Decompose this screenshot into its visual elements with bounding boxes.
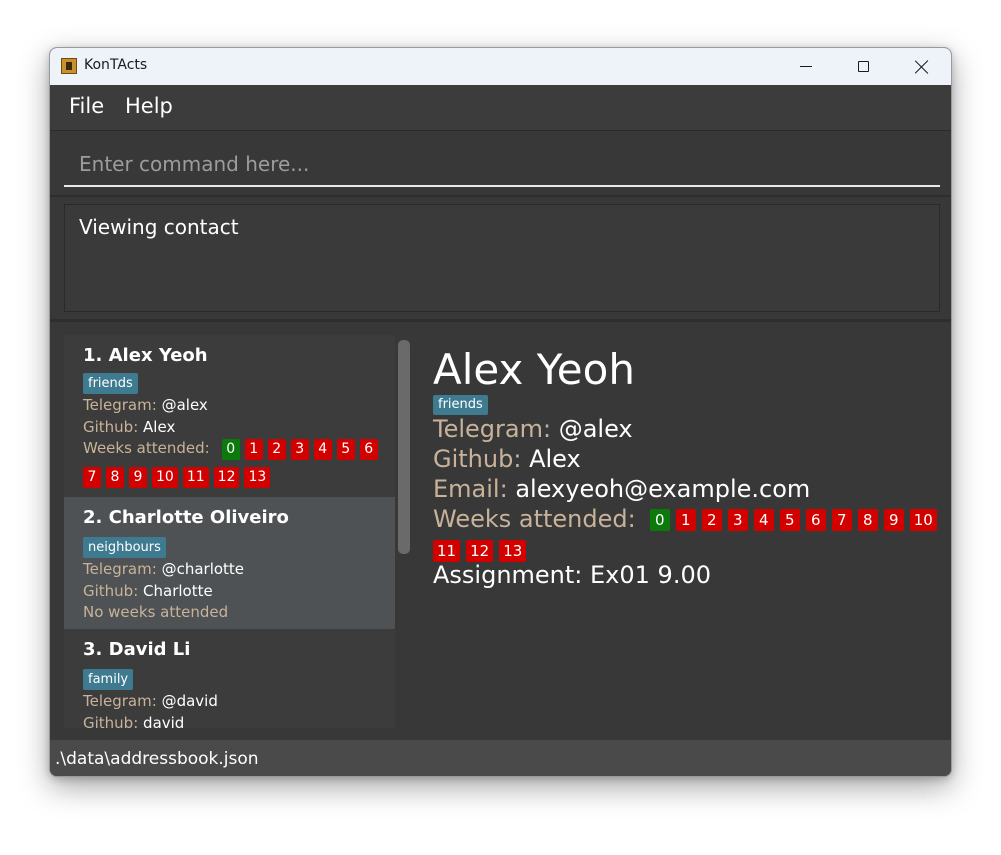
contact-name: 2. Charlotte Oliveiro bbox=[83, 507, 289, 528]
week-badge-missed: 5 bbox=[779, 509, 800, 531]
detail-email: Email: alexyeoh@example.com bbox=[433, 475, 810, 503]
no-weeks-text: No weeks attended bbox=[83, 603, 229, 621]
detail-weeks-row-1: Weeks attended: 0 1 2 3 4 5 6 7 8 9 10 bbox=[433, 505, 943, 533]
week-badge-missed: 7 bbox=[831, 509, 852, 531]
status-bar: .\data\addressbook.json bbox=[50, 740, 951, 776]
week-badge-missed: 12 bbox=[466, 540, 494, 562]
github-value: Charlotte bbox=[143, 582, 213, 600]
week-badge-missed: 12 bbox=[213, 467, 240, 488]
detail-name: Alex Yeoh bbox=[433, 345, 635, 394]
panel-divider bbox=[50, 319, 951, 322]
week-badge-missed: 8 bbox=[857, 509, 878, 531]
contact-github: Github: Alex bbox=[83, 418, 175, 436]
list-scrollbar[interactable] bbox=[398, 340, 410, 554]
contact-card-selected[interactable]: 2. Charlotte Oliveiro neighbours Telegra… bbox=[64, 497, 395, 629]
week-badge-missed: 1 bbox=[244, 439, 263, 460]
week-badge-attended: 0 bbox=[649, 509, 670, 531]
minimize-icon bbox=[800, 66, 812, 67]
close-button[interactable] bbox=[899, 48, 945, 85]
detail-github: Github: Alex bbox=[433, 445, 581, 473]
detail-weeks-row-2: 11 12 13 bbox=[433, 536, 532, 564]
week-badge-missed: 13 bbox=[244, 467, 271, 488]
contact-telegram: Telegram: @david bbox=[83, 692, 218, 710]
result-display: Viewing contact bbox=[64, 204, 940, 312]
week-badge-missed: 2 bbox=[267, 439, 286, 460]
weeks-label: Weeks attended: bbox=[433, 505, 636, 533]
contact-name: 3. David Li bbox=[83, 639, 191, 660]
email-label: Email: bbox=[433, 475, 508, 503]
weeks-label: Weeks attended: bbox=[83, 439, 210, 457]
github-label: Github: bbox=[83, 418, 139, 436]
week-badge-missed: 10 bbox=[909, 509, 937, 531]
week-badge-missed: 4 bbox=[753, 509, 774, 531]
title-bar: KonTActs bbox=[50, 48, 951, 85]
github-value: Alex bbox=[143, 418, 176, 436]
detail-tag: friends bbox=[433, 395, 488, 415]
github-label: Github: bbox=[433, 445, 522, 473]
app-window: KonTActs File Help Viewing contact 1. Al… bbox=[49, 47, 952, 777]
contact-card[interactable]: 1. Alex Yeoh friends Telegram: @alex Git… bbox=[64, 335, 395, 497]
minimize-button[interactable] bbox=[783, 48, 829, 85]
contact-list[interactable]: 1. Alex Yeoh friends Telegram: @alex Git… bbox=[64, 335, 395, 728]
contact-github: Github: Charlotte bbox=[83, 582, 213, 600]
window-title: KonTActs bbox=[84, 57, 148, 73]
result-text: Viewing contact bbox=[79, 215, 239, 239]
detail-telegram: Telegram: @alex bbox=[433, 415, 633, 443]
week-badge-missed: 7 bbox=[83, 467, 101, 488]
telegram-value: @charlotte bbox=[161, 560, 245, 578]
telegram-value: @alex bbox=[161, 396, 208, 414]
maximize-icon bbox=[857, 61, 869, 72]
week-badge-missed: 3 bbox=[727, 509, 748, 531]
menu-bar: File Help bbox=[50, 85, 951, 131]
contact-card[interactable]: 3. David Li family Telegram: @david Gith… bbox=[64, 629, 395, 728]
week-badge-attended: 0 bbox=[221, 439, 240, 460]
github-label: Github: bbox=[83, 582, 139, 600]
email-value: alexyeoh@example.com bbox=[515, 475, 811, 503]
telegram-label: Telegram: bbox=[83, 396, 157, 414]
week-badge-missed: 1 bbox=[675, 509, 696, 531]
telegram-label: Telegram: bbox=[433, 415, 552, 443]
contact-telegram: Telegram: @alex bbox=[83, 396, 208, 414]
telegram-label: Telegram: bbox=[83, 692, 157, 710]
week-badge-missed: 6 bbox=[805, 509, 826, 531]
week-badge-missed: 11 bbox=[182, 467, 209, 488]
detail-assignment: Assignment: Ex01 9.00 bbox=[433, 561, 711, 589]
week-badge-missed: 6 bbox=[359, 439, 378, 460]
github-value: Alex bbox=[529, 445, 581, 473]
menu-file[interactable]: File bbox=[69, 94, 104, 118]
contact-detail-panel: Alex Yeoh friends Telegram: @alex Github… bbox=[433, 335, 943, 728]
file-path: .\data\addressbook.json bbox=[55, 749, 259, 769]
week-badge-missed: 2 bbox=[701, 509, 722, 531]
weeks-row-2: 7 8 9 10 11 12 13 bbox=[83, 467, 275, 488]
command-input[interactable] bbox=[64, 143, 940, 187]
github-label: Github: bbox=[83, 714, 139, 728]
week-badge-missed: 8 bbox=[106, 467, 124, 488]
telegram-label: Telegram: bbox=[83, 560, 157, 578]
command-area bbox=[50, 131, 951, 197]
menu-help[interactable]: Help bbox=[125, 94, 173, 118]
telegram-value: @david bbox=[161, 692, 218, 710]
close-icon bbox=[915, 60, 929, 74]
week-badge-missed: 4 bbox=[313, 439, 332, 460]
week-badge-missed: 9 bbox=[883, 509, 904, 531]
github-value: david bbox=[143, 714, 185, 728]
maximize-button[interactable] bbox=[840, 48, 886, 85]
week-badge-missed: 9 bbox=[129, 467, 147, 488]
contact-tag: family bbox=[83, 669, 134, 690]
contact-github: Github: david bbox=[83, 714, 184, 728]
contact-name: 1. Alex Yeoh bbox=[83, 345, 208, 366]
week-badge-missed: 11 bbox=[433, 540, 461, 562]
week-badge-missed: 10 bbox=[152, 467, 178, 488]
app-icon bbox=[61, 58, 77, 74]
week-badge-missed: 3 bbox=[290, 439, 309, 460]
contact-tag: friends bbox=[83, 373, 138, 394]
weeks-row-1: Weeks attended: 0 1 2 3 4 5 6 bbox=[83, 439, 383, 460]
contact-tag: neighbours bbox=[83, 537, 166, 558]
telegram-value: @alex bbox=[558, 415, 633, 443]
contact-telegram: Telegram: @charlotte bbox=[83, 560, 244, 578]
week-badge-missed: 5 bbox=[336, 439, 355, 460]
week-badge-missed: 13 bbox=[499, 540, 527, 562]
